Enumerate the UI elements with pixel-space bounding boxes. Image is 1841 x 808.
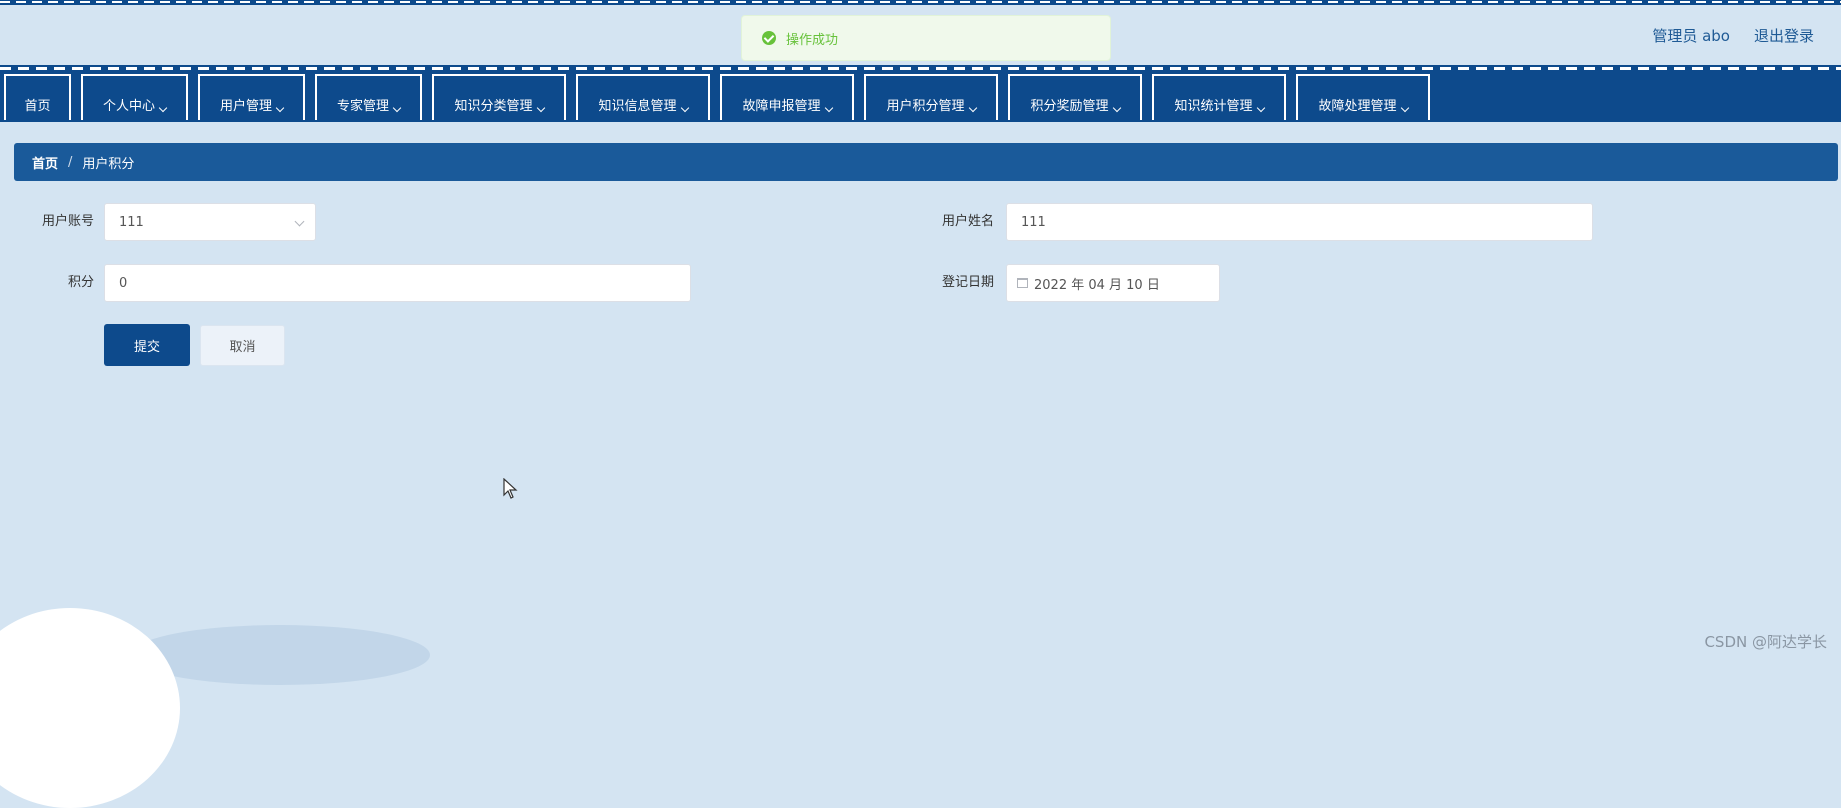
breadcrumb-separator: / [68,154,73,170]
watermark: CSDN @阿达学长 [1704,633,1827,651]
chevron-down-icon [158,103,168,113]
nav-item-label: 个人中心 [102,99,155,114]
mouse-cursor-icon [503,478,518,499]
chevron-down-icon [1400,103,1409,113]
chevron-down-icon [294,216,305,227]
account-select[interactable]: 111 [104,203,316,241]
name-label: 用户姓名 [941,214,994,229]
nav-item-label: 首页 [24,99,51,114]
chevron-down-icon [536,103,545,113]
date-picker[interactable]: 2022 年 04 月 10 日 [1006,264,1220,302]
breadcrumb-home[interactable]: 首页 [32,153,58,172]
success-toast: 操作成功 [741,15,1111,61]
submit-button[interactable]: 提交 [104,324,190,366]
nav-item-label: 积分奖励管理 [1030,99,1109,114]
nav-item-label: 故障处理管理 [1318,99,1397,114]
logout-link[interactable]: 退出登录 [1754,25,1814,46]
nav-item-points-reward[interactable]: 积分奖励管理 [1008,74,1142,120]
nav-item-expert-management[interactable]: 专家管理 [315,74,422,120]
name-field[interactable]: 111 [1006,203,1593,241]
chevron-down-icon [824,103,833,113]
nav-item-label: 用户管理 [219,99,272,114]
breadcrumb: 首页 / 用户积分 [14,143,1838,181]
calendar-icon [1017,278,1028,288]
nav-item-knowledge-stats[interactable]: 知识统计管理 [1152,74,1286,120]
main-nav: 首页 个人中心 用户管理 专家管理 知识分类管理 知识信息管理 故障申报管理 用… [0,65,1841,122]
nav-item-knowledge-category[interactable]: 知识分类管理 [432,74,566,120]
chevron-down-icon [392,103,402,113]
points-value: 0 [119,275,128,291]
submit-button-label: 提交 [133,339,160,355]
date-label: 登记日期 [941,275,994,290]
chevron-down-icon [680,103,689,113]
nav-item-personal-center[interactable]: 个人中心 [81,74,188,120]
nav-item-user-management[interactable]: 用户管理 [198,74,305,120]
chevron-down-icon [275,103,285,113]
account-label: 用户账号 [41,214,94,229]
nav-item-fault-handling[interactable]: 故障处理管理 [1296,74,1430,120]
date-value: 2022 年 04 月 10 日 [1034,277,1160,293]
check-circle-icon [762,31,776,45]
points-label: 积分 [67,275,94,290]
cancel-button-label: 取消 [229,340,256,355]
nav-item-user-points[interactable]: 用户积分管理 [864,74,998,120]
nav-item-label: 专家管理 [336,99,389,114]
toast-message: 操作成功 [786,32,839,48]
user-area: 管理员 abo 退出登录 [1652,25,1814,46]
nav-item-label: 知识分类管理 [454,99,533,114]
breadcrumb-current: 用户积分 [82,156,135,172]
nav-item-label: 知识信息管理 [598,99,677,114]
current-user-link[interactable]: 管理员 abo [1652,25,1730,46]
nav-item-knowledge-info[interactable]: 知识信息管理 [576,74,710,120]
chevron-down-icon [1112,103,1121,113]
name-value: 111 [1021,214,1046,230]
nav-item-label: 用户积分管理 [886,99,965,114]
nav-item-home[interactable]: 首页 [4,74,71,120]
nav-item-label: 故障申报管理 [742,99,821,114]
chevron-down-icon [968,103,977,113]
nav-item-label: 知识统计管理 [1174,99,1253,114]
cancel-button[interactable]: 取消 [200,325,285,366]
nav-item-fault-report[interactable]: 故障申报管理 [720,74,854,120]
chevron-down-icon [1256,103,1265,113]
points-field[interactable]: 0 [104,264,691,302]
decorative-wave [130,625,430,685]
account-value: 111 [119,214,144,230]
